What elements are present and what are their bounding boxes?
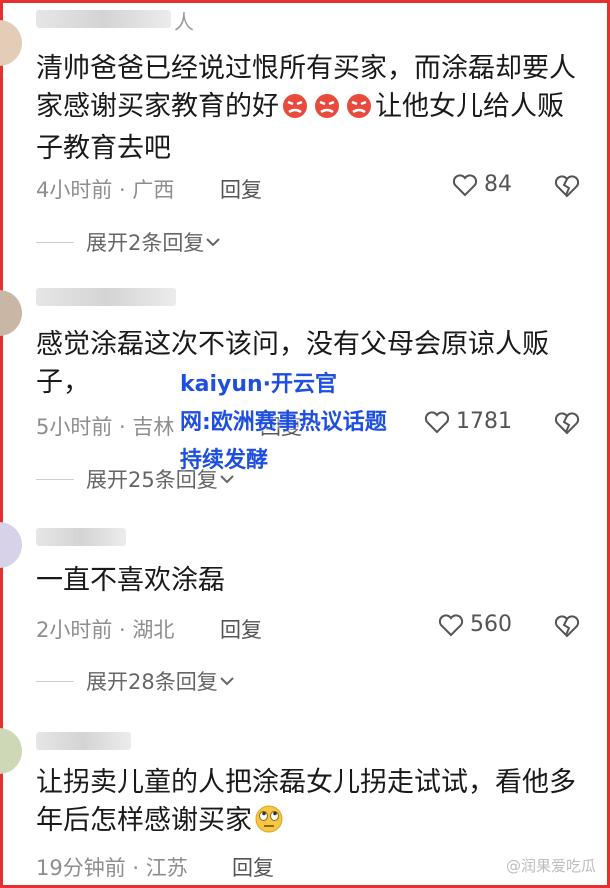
divider	[36, 680, 74, 682]
chevron-down-icon	[206, 238, 221, 247]
username-blurred[interactable]	[36, 10, 171, 28]
username-blurred[interactable]	[36, 732, 131, 750]
reply-button[interactable]: 回复	[232, 852, 274, 882]
angry-face-icon	[311, 91, 343, 130]
like-count: 84	[484, 172, 512, 197]
broken-heart-icon[interactable]	[554, 174, 580, 198]
username-blurred[interactable]	[36, 288, 176, 306]
heart-icon	[438, 613, 464, 636]
angry-face-icon	[343, 91, 375, 130]
reply-button[interactable]: 回复	[220, 174, 262, 204]
comment-text: 清帅爸爸已经说过恨所有买家，而涂磊却要人家感谢买家教育的好 让他女儿给人贩子教育去…	[36, 53, 576, 164]
username-tail: 人	[174, 10, 194, 34]
like-count: 560	[470, 612, 512, 637]
like-count: 1781	[456, 409, 512, 434]
divider	[36, 478, 74, 480]
like-button[interactable]: 560	[438, 612, 512, 637]
reply-button[interactable]: 回复	[220, 614, 262, 644]
expand-replies[interactable]: 展开28条回复	[36, 666, 236, 696]
comment-text: 一直不喜欢涂磊	[36, 565, 225, 596]
angry-face-icon	[279, 91, 311, 130]
overlay-promo-text: kaiyun·开云官 网:欧洲赛事热议话题 持续发酵	[180, 372, 387, 473]
source-watermark: @润果爱吃瓜	[505, 857, 596, 875]
like-button[interactable]: 84	[452, 172, 512, 197]
broken-heart-icon[interactable]	[554, 411, 580, 435]
expand-replies[interactable]: 展开2条回复	[36, 227, 222, 257]
heart-icon	[452, 173, 478, 196]
broken-heart-icon[interactable]	[554, 614, 580, 638]
eye-roll-face-icon	[252, 803, 286, 844]
comment-time-location: 19分钟前 · 江苏	[36, 856, 188, 880]
comment-time-location: 2小时前 · 湖北	[36, 618, 175, 642]
comment-time-location: 4小时前 · 广西	[36, 178, 175, 202]
divider	[36, 241, 74, 243]
comment-time-location: 5小时前 · 吉林	[36, 415, 175, 439]
chevron-down-icon	[220, 677, 234, 686]
comment-text: 让拐卖儿童的人把涂磊女儿拐走试试，看他多年后怎样感谢买家	[36, 764, 581, 844]
username-blurred[interactable]	[36, 528, 126, 546]
